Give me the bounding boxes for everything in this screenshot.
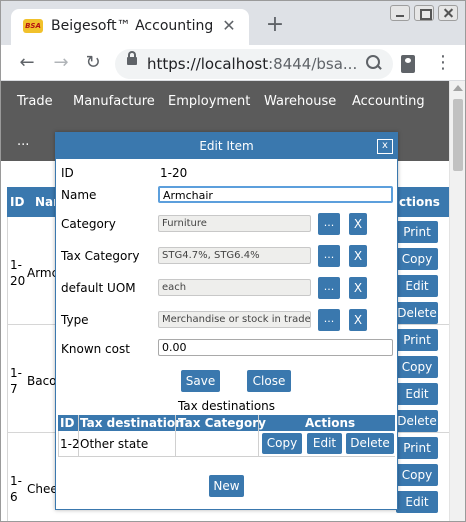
row-name: Armc <box>27 266 59 280</box>
column-header-tax-destination: Tax destination <box>80 416 184 430</box>
new-tax-destination-button[interactable]: New <box>209 475 244 497</box>
dialog-title: Edit Item <box>199 139 254 153</box>
page-scrollbar[interactable] <box>449 81 465 521</box>
menu-icon[interactable]: ⋮ <box>433 53 453 73</box>
copy-button[interactable]: Copy <box>262 433 302 454</box>
forward-arrow-icon[interactable]: → <box>49 51 73 75</box>
default-uom-field: each <box>158 279 311 296</box>
row-id-line2: 20 <box>10 274 26 288</box>
dialog-header: Edit Item x <box>56 133 397 159</box>
print-button[interactable]: Print <box>396 437 438 459</box>
category-field: Furniture <box>158 215 311 232</box>
row-id-line1: 1- <box>10 366 22 380</box>
scroll-thumb[interactable] <box>453 99 463 171</box>
tax-category-field: STG4.7%, STG6.4% <box>158 247 311 264</box>
close-window-button[interactable] <box>438 5 458 21</box>
nav-item-trade[interactable]: Trade <box>17 94 53 109</box>
lock-icon[interactable] <box>127 51 137 65</box>
nav-item-accounting[interactable]: Accounting <box>352 94 425 109</box>
nav-item-employment[interactable]: Employment <box>168 94 250 109</box>
column-header-id: ID <box>10 195 25 209</box>
profile-icon[interactable] <box>401 55 415 73</box>
save-button[interactable]: Save <box>181 370 220 392</box>
browser-toolbar: ← → ↻ https://localhost:8444/bsa... ⋮ <box>1 45 465 81</box>
known-cost-field[interactable]: 0.00 <box>158 339 393 356</box>
dialog-close-button[interactable]: x <box>377 139 393 154</box>
row-name: Baco <box>27 374 57 388</box>
name-label: Name <box>61 188 97 202</box>
known-cost-label: Known cost <box>61 342 130 356</box>
tab-title: Beigesoft™ Accounting <box>51 18 214 34</box>
delete-button[interactable]: Delete <box>396 302 438 324</box>
table-row: 1-2 Other state Copy Edit Delete <box>58 431 395 457</box>
row-id-line1: 1- <box>10 474 22 488</box>
tab-close-icon[interactable]: ✕ <box>219 16 239 36</box>
reload-icon[interactable]: ↻ <box>81 51 105 75</box>
edit-button[interactable]: Edit <box>396 491 438 513</box>
row-id-line2: 7 <box>10 382 18 396</box>
url-path: :8444/bsa... <box>268 55 358 73</box>
tax-category-clear-button[interactable]: X <box>349 245 367 267</box>
row-name: Chee <box>27 482 58 496</box>
column-header-tax-category: Tax Category <box>178 416 267 430</box>
print-button[interactable]: Print <box>396 329 438 351</box>
type-field: Merchandise or stock in trade <box>158 311 311 328</box>
copy-button[interactable]: Copy <box>396 248 438 270</box>
browser-window: BSA Beigesoft™ Accounting ✕ + ← → ↻ http… <box>0 0 466 522</box>
type-pick-button[interactable]: ... <box>318 309 340 331</box>
copy-button[interactable]: Copy <box>396 464 438 486</box>
url-host: https://localhost <box>147 55 269 73</box>
nav-item-warehouse[interactable]: Warehouse <box>264 94 336 109</box>
tax-destination-id: 1-2 <box>60 437 80 451</box>
maximize-window-button[interactable] <box>414 5 434 21</box>
print-button[interactable]: Print <box>396 221 438 243</box>
column-header-id: ID <box>60 416 75 430</box>
row-id-line1: 1- <box>10 258 22 272</box>
tax-category-label: Tax Category <box>61 249 140 263</box>
default-uom-label: default UOM <box>61 281 136 295</box>
nav-item-manufacture[interactable]: Manufacture <box>73 94 155 109</box>
type-clear-button[interactable]: X <box>349 309 367 331</box>
category-pick-button[interactable]: ... <box>318 213 340 235</box>
column-header-actions: ctions <box>399 195 440 209</box>
default-uom-clear-button[interactable]: X <box>349 277 367 299</box>
zoom-icon[interactable] <box>365 54 383 72</box>
row-id: 1- 6 <box>10 473 22 505</box>
category-clear-button[interactable]: X <box>349 213 367 235</box>
name-field[interactable]: Armchair <box>158 186 393 203</box>
row-id: 1- 7 <box>10 365 22 397</box>
type-label: Type <box>61 313 89 327</box>
new-tab-icon[interactable]: + <box>263 13 287 37</box>
tax-destinations-title: Tax destinations <box>177 399 276 413</box>
edit-item-dialog: Edit Item x ID 1-20 Name Armchair Catego… <box>55 132 398 510</box>
edit-button[interactable]: Edit <box>396 275 438 297</box>
address-bar[interactable]: https://localhost:8444/bsa... <box>115 49 393 79</box>
favicon-icon: BSA <box>23 19 43 33</box>
id-value: 1-20 <box>160 166 188 180</box>
tax-category-pick-button[interactable]: ... <box>318 245 340 267</box>
default-uom-pick-button[interactable]: ... <box>318 277 340 299</box>
scroll-up-arrow-icon[interactable] <box>453 85 463 91</box>
id-label: ID <box>61 166 74 180</box>
category-label: Category <box>61 217 116 231</box>
url-text[interactable]: https://localhost:8444/bsa... <box>147 55 357 73</box>
column-header-actions: Actions <box>305 416 356 430</box>
edit-button[interactable]: Edit <box>307 433 342 454</box>
tax-destination-name: Other state <box>80 437 149 451</box>
row-id-line2: 6 <box>10 490 18 504</box>
minimize-window-button[interactable] <box>390 5 410 21</box>
delete-button[interactable]: Delete <box>346 433 394 454</box>
edit-button[interactable]: Edit <box>396 383 438 405</box>
tax-destinations-header: ID Tax destination Tax Category Actions <box>58 415 395 431</box>
close-button[interactable]: Close <box>247 370 291 392</box>
copy-button[interactable]: Copy <box>396 356 438 378</box>
back-arrow-icon[interactable]: ← <box>15 51 39 75</box>
nav-item-more[interactable]: ... <box>17 134 29 149</box>
tab-bar: BSA Beigesoft™ Accounting ✕ + <box>1 1 465 45</box>
browser-tab[interactable]: BSA Beigesoft™ Accounting ✕ <box>11 9 249 45</box>
delete-button[interactable]: Delete <box>396 410 438 432</box>
row-id: 1- 20 <box>10 257 25 289</box>
